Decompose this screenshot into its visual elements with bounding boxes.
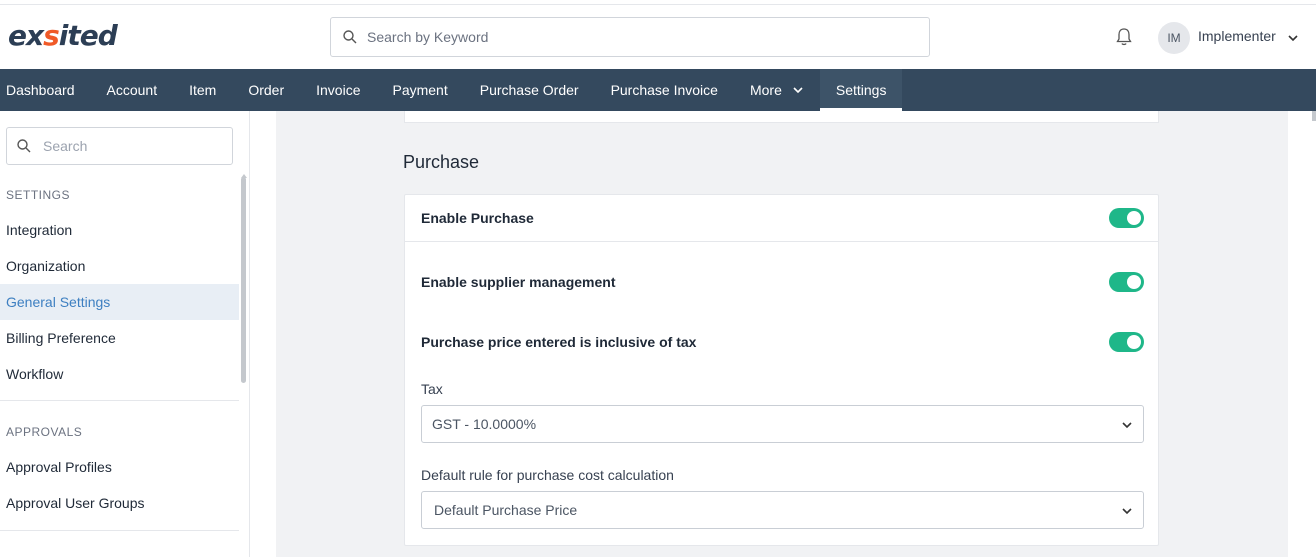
nav-more[interactable]: More (734, 69, 820, 111)
nav-item[interactable]: Item (173, 69, 232, 111)
main-scrollbar[interactable] (1312, 111, 1316, 121)
section-heading-purchase: Purchase (403, 152, 480, 172)
nav-more-label: More (749, 82, 782, 98)
section-title-approvals: APPROVALS (6, 425, 83, 439)
nav-order[interactable]: Order (232, 69, 300, 111)
search-icon (17, 139, 31, 153)
scroll-up-arrow[interactable] (241, 166, 247, 178)
nav-settings[interactable]: Settings (819, 69, 903, 111)
sidebar-search[interactable] (6, 127, 233, 165)
inclusive-tax-label: Purchase price entered is inclusive of t… (421, 334, 697, 350)
toggle-knob (1127, 335, 1141, 349)
card-divider (405, 241, 1158, 242)
logo-text: exsited (8, 18, 118, 52)
toggle-knob (1127, 275, 1141, 289)
user-name[interactable]: Implementer (1198, 28, 1276, 44)
sidebar-item-workflow[interactable]: Workflow (0, 356, 239, 392)
nav-payment[interactable]: Payment (376, 69, 463, 111)
section-title-settings: SETTINGS (6, 188, 71, 202)
supplier-management-toggle[interactable] (1109, 272, 1144, 292)
sidebar-scrollbar[interactable] (241, 177, 246, 383)
chevron-down-icon[interactable] (1286, 31, 1300, 45)
sidebar-item-organization[interactable]: Organization (0, 248, 239, 284)
chevron-down-icon (1121, 504, 1133, 516)
settings-sidebar: SETTINGS Integration Organization Genera… (0, 111, 250, 557)
bell-icon[interactable] (1114, 27, 1134, 47)
global-search-input[interactable] (367, 29, 887, 45)
chevron-down-icon (1121, 418, 1133, 430)
inclusive-tax-toggle[interactable] (1109, 332, 1144, 352)
tax-select-value: GST - 10.0000% (432, 416, 537, 432)
sidebar-divider (0, 400, 239, 401)
previous-card (404, 111, 1159, 123)
sidebar-item-integration[interactable]: Integration (0, 212, 239, 248)
cost-rule-label: Default rule for purchase cost calculati… (421, 467, 674, 483)
enable-purchase-label: Enable Purchase (421, 210, 534, 226)
enable-purchase-toggle[interactable] (1109, 208, 1144, 228)
avatar[interactable]: IM (1158, 22, 1190, 54)
search-icon (343, 30, 357, 44)
cost-rule-select-value: Default Purchase Price (434, 502, 578, 518)
cost-rule-select[interactable]: Default Purchase Price (421, 491, 1144, 529)
chevron-down-icon (792, 84, 804, 96)
nav-purchase-invoice[interactable]: Purchase Invoice (595, 69, 734, 111)
app-header: exsited IM Implementer (0, 5, 1316, 69)
sidebar-item-billing-preference[interactable]: Billing Preference (0, 320, 239, 356)
sidebar-item-general-settings[interactable]: General Settings (0, 284, 239, 320)
tax-select[interactable]: GST - 10.0000% (421, 405, 1144, 443)
nav-purchase-order[interactable]: Purchase Order (464, 69, 595, 111)
supplier-management-label: Enable supplier management (421, 274, 616, 290)
nav-account[interactable]: Account (91, 69, 174, 111)
sidebar-item-approval-user-groups[interactable]: Approval User Groups (0, 485, 239, 521)
nav-invoice[interactable]: Invoice (300, 69, 376, 111)
toggle-knob (1127, 211, 1141, 225)
purchase-settings-card: Enable Purchase Enable supplier manageme… (404, 194, 1159, 546)
exsited-logo[interactable]: exsited (8, 17, 118, 53)
tax-label: Tax (421, 381, 443, 397)
nav-dashboard[interactable]: Dashboard (0, 69, 91, 111)
main-nav: Dashboard Account Item Order Invoice Pay… (0, 69, 1316, 111)
global-search[interactable] (330, 17, 930, 57)
sidebar-divider (0, 530, 239, 531)
sidebar-item-approval-profiles[interactable]: Approval Profiles (0, 449, 239, 485)
sidebar-search-input[interactable] (43, 138, 213, 154)
